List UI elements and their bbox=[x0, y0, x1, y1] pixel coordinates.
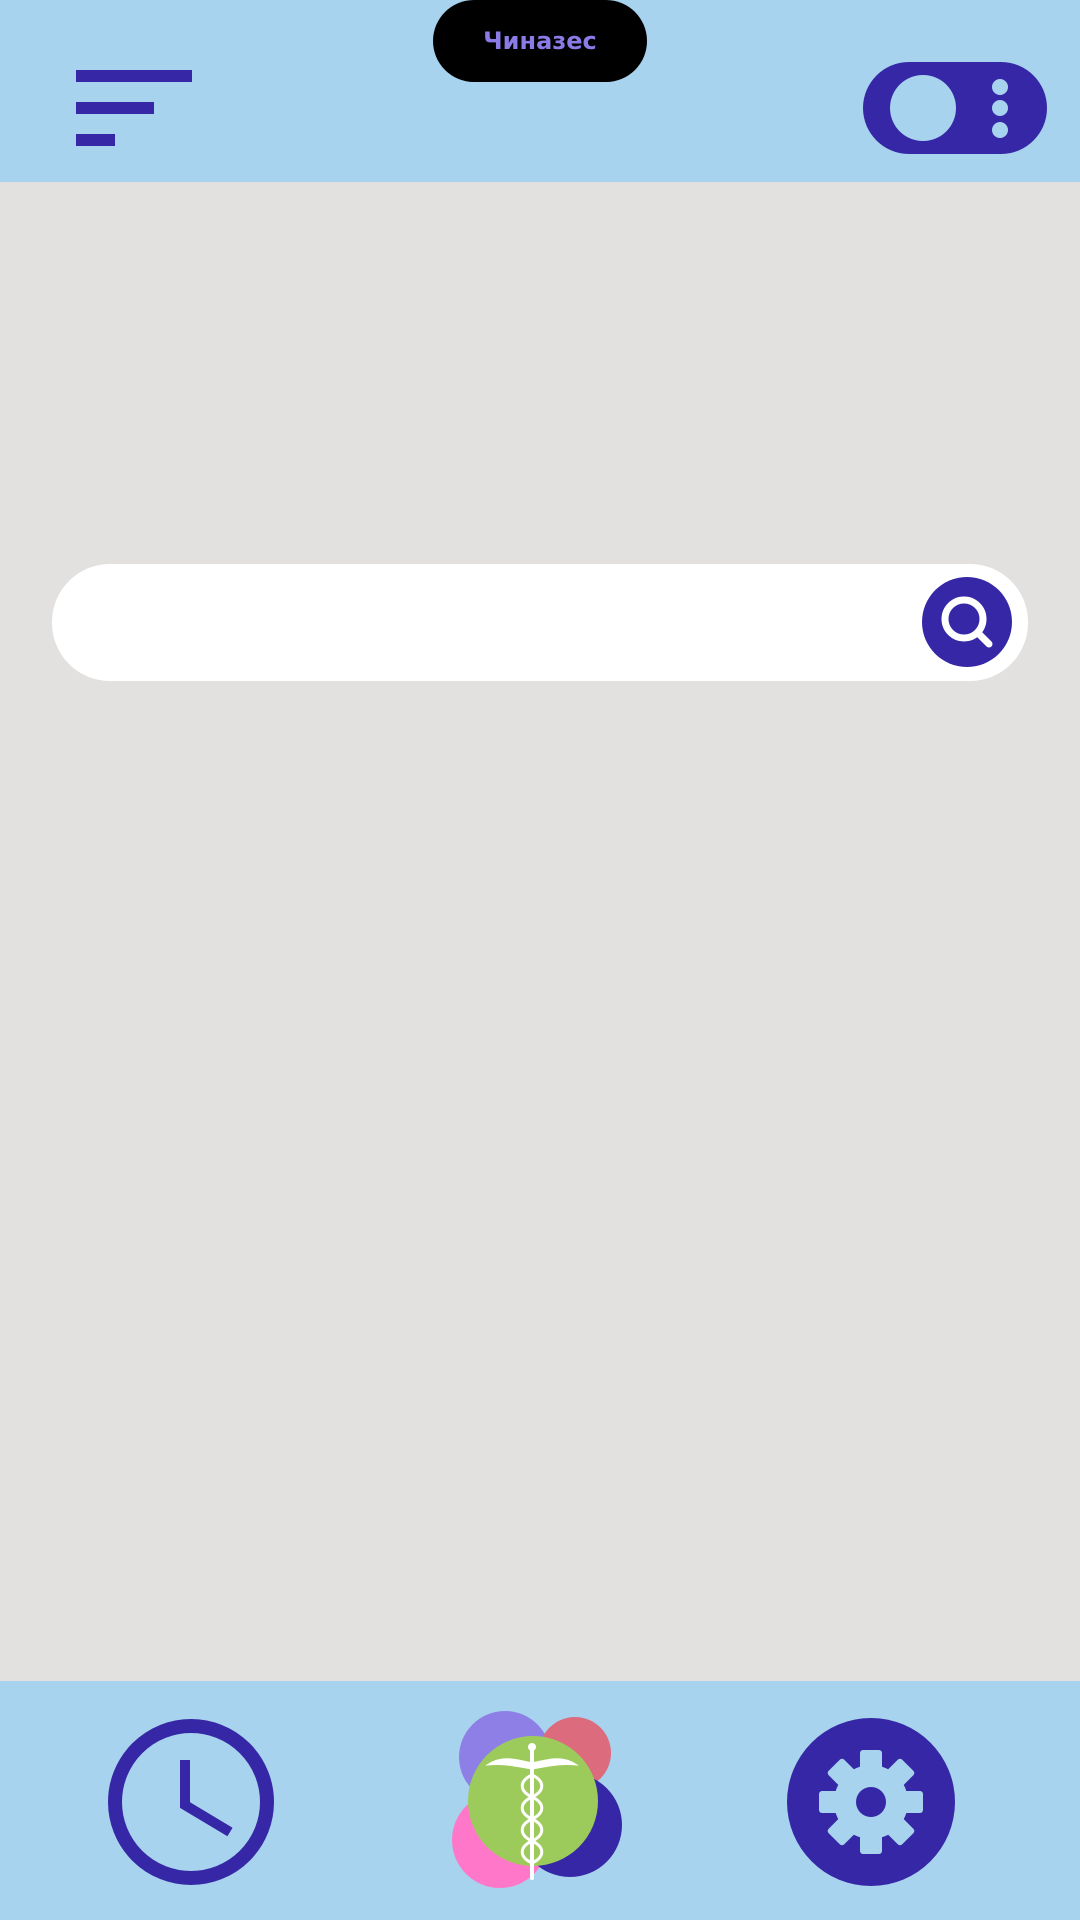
gear-icon bbox=[819, 1750, 923, 1854]
search-input[interactable] bbox=[100, 584, 924, 662]
search-button[interactable] bbox=[922, 577, 1012, 667]
app-title: Чиназес bbox=[433, 0, 647, 82]
menu-icon bbox=[76, 70, 192, 82]
menu-button[interactable] bbox=[76, 68, 192, 148]
toggle-button[interactable] bbox=[863, 62, 1047, 154]
clock-icon bbox=[108, 1719, 274, 1885]
caduceus-icon bbox=[452, 1711, 622, 1888]
more-dot-icon bbox=[992, 100, 1008, 116]
menu-icon bbox=[76, 102, 154, 114]
history-button[interactable] bbox=[107, 1718, 275, 1886]
settings-button[interactable] bbox=[787, 1718, 955, 1886]
more-dot-icon bbox=[992, 122, 1008, 138]
home-button[interactable] bbox=[445, 1705, 635, 1895]
menu-icon bbox=[76, 134, 115, 146]
search-icon bbox=[941, 596, 993, 648]
search-bar bbox=[52, 564, 1028, 681]
more-dot-icon bbox=[992, 79, 1008, 95]
toggle-knob bbox=[890, 75, 956, 141]
